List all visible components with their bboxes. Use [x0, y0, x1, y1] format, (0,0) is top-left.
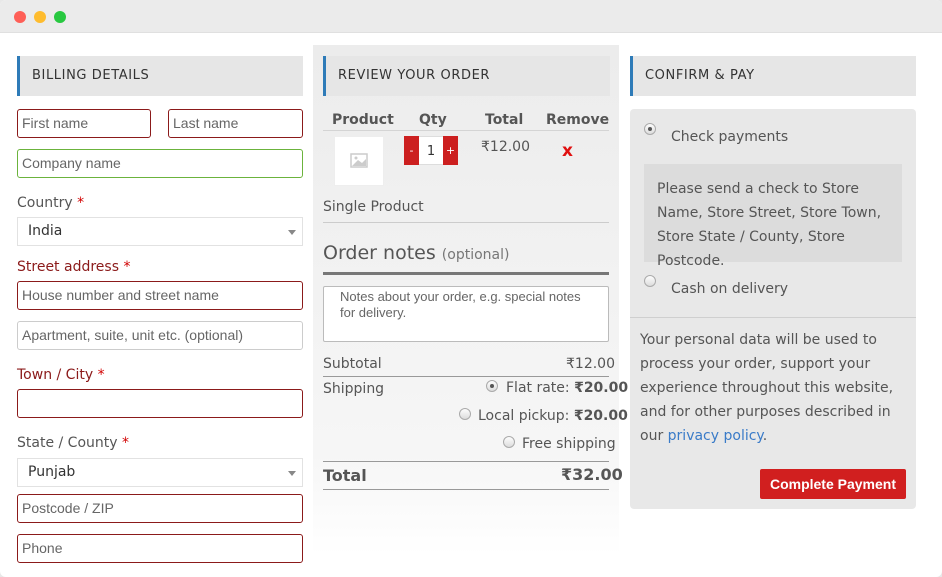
payment-option-cod: Cash on delivery [671, 281, 789, 297]
confirm-heading: CONFIRM & PAY [630, 56, 916, 96]
chevron-down-icon [288, 230, 296, 235]
apartment-input[interactable]: Apartment, suite, unit etc. (optional) [17, 321, 303, 350]
state-label: State / County * [17, 435, 129, 451]
street-address-label: Street address * [17, 259, 131, 275]
maximize-window-icon[interactable] [54, 11, 66, 23]
column-header-total: Total [485, 112, 524, 128]
order-notes-title: Order notes (optional) [323, 242, 510, 264]
qty-increase-button[interactable]: + [443, 136, 458, 165]
total-value: ₹32.00 [561, 465, 623, 484]
qty-decrease-button[interactable]: - [404, 136, 419, 165]
divider [323, 489, 609, 490]
street-address-input[interactable]: House number and street name [17, 281, 303, 310]
line-total: ₹12.00 [481, 139, 530, 155]
required-mark: * [77, 195, 85, 211]
minimize-window-icon[interactable] [34, 11, 46, 23]
complete-payment-button[interactable]: Complete Payment [760, 469, 906, 499]
column-header-qty: Qty [419, 112, 447, 128]
privacy-policy-link[interactable]: privacy policy [668, 428, 763, 444]
country-value: India [28, 223, 63, 239]
column-header-product: Product [332, 112, 394, 128]
shipping-radio-free[interactable] [503, 436, 515, 448]
title-bar [0, 0, 942, 33]
privacy-notice: Your personal data will be used to proce… [640, 332, 894, 444]
state-select[interactable]: Punjab [17, 458, 303, 487]
column-header-remove: Remove [546, 112, 610, 128]
city-input[interactable] [17, 389, 303, 418]
country-label: Country * [17, 195, 85, 211]
shipping-radio-flat-rate[interactable] [486, 380, 498, 392]
remove-item-icon[interactable]: x [562, 141, 573, 161]
postcode-input[interactable]: Postcode / ZIP [17, 494, 303, 523]
product-image-placeholder [334, 136, 384, 186]
order-notes-textarea[interactable]: Notes about your order, e.g. special not… [323, 286, 609, 342]
state-value: Punjab [28, 464, 76, 480]
required-mark: * [97, 367, 105, 383]
close-window-icon[interactable] [14, 11, 26, 23]
image-icon [350, 153, 368, 168]
payment-radio-check[interactable] [644, 123, 656, 135]
divider [630, 317, 916, 318]
shipping-radio-local-pickup[interactable] [459, 408, 471, 420]
required-mark: * [123, 259, 131, 275]
country-select[interactable]: India [17, 217, 303, 246]
chevron-down-icon [288, 471, 296, 476]
last-name-input[interactable]: Last name [168, 109, 303, 138]
shipping-option-free: Free shipping [522, 436, 616, 452]
shipping-option-flat-rate: Flat rate: ₹20.00 [506, 380, 629, 396]
browser-window: BILLING DETAILS First name Last name Com… [0, 0, 942, 577]
qty-input[interactable]: 1 [419, 136, 443, 165]
subtotal-value: ₹12.00 [566, 356, 615, 372]
divider [323, 130, 609, 131]
review-heading: REVIEW YOUR ORDER [323, 56, 610, 96]
total-label: Total [323, 466, 367, 485]
payment-radio-cod[interactable] [644, 275, 656, 287]
divider [323, 461, 609, 462]
shipping-option-local-pickup: Local pickup: ₹20.00 [478, 408, 628, 424]
product-name: Single Product [323, 199, 424, 215]
first-name-input[interactable]: First name [17, 109, 151, 138]
divider [323, 376, 609, 377]
payment-option-check: Check payments [671, 129, 789, 145]
shipping-label: Shipping [323, 381, 385, 397]
required-mark: * [122, 435, 129, 451]
divider [323, 222, 609, 223]
billing-heading: BILLING DETAILS [17, 56, 303, 96]
city-label: Town / City * [17, 367, 105, 383]
divider [323, 272, 609, 275]
subtotal-label: Subtotal [323, 356, 382, 372]
company-name-input[interactable]: Company name [17, 149, 303, 178]
check-payment-notice-text: Please send a check to Store Name, Store… [657, 181, 882, 269]
phone-input[interactable]: Phone [17, 534, 303, 563]
